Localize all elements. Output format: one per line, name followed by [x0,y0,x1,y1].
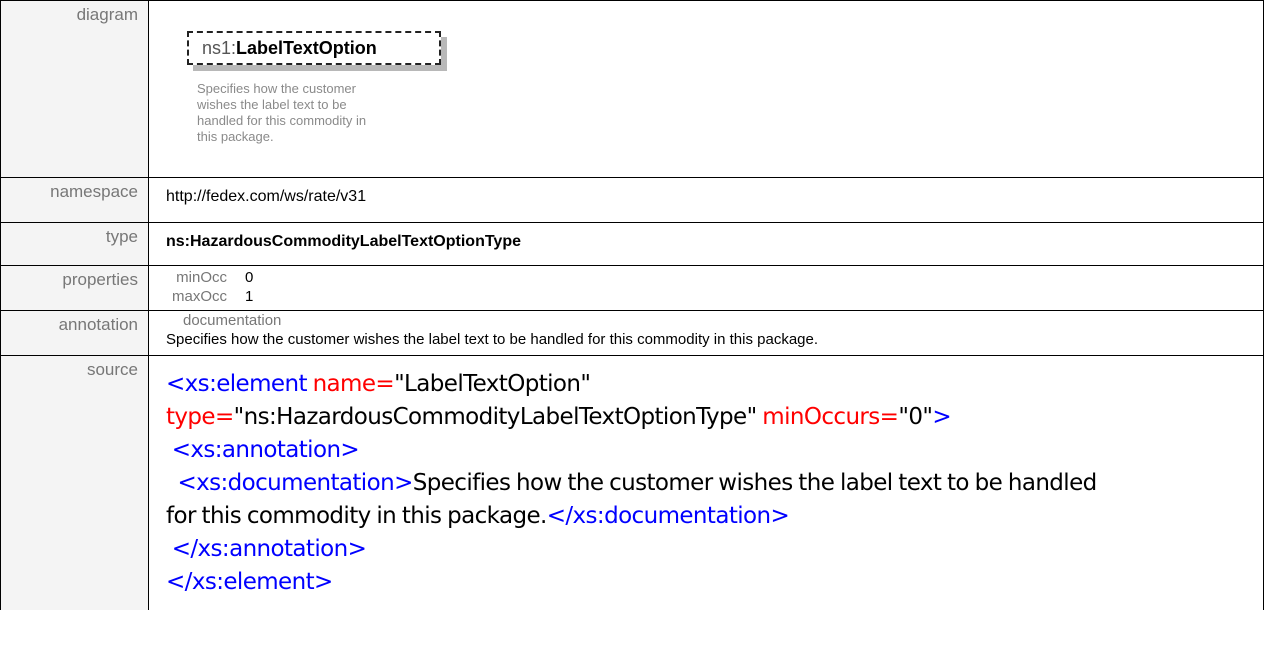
source-code: <xs:element name="LabelTextOption" type=… [149,356,1263,599]
source-line-6: </xs:annotation> [171,536,367,562]
annotation-key: documentation [183,312,282,329]
diagram-row: diagram ns1:LabelTextOption Specifies ho… [0,0,1264,178]
annotation-label: annotation [0,310,149,356]
properties-row: properties minOcc 0 maxOcc 1 [0,265,1264,311]
source-line-3: <xs:annotation> [171,437,360,463]
element-diagram: ns1:LabelTextOption Specifies how the cu… [149,1,1263,177]
diagram-ns-prefix: ns1: [202,38,237,58]
source-line-5: for this commodity in this package.</xs:… [166,503,790,529]
namespace-label: namespace [0,177,149,223]
type-label: type [0,222,149,266]
max-occurs-key: maxOcc [171,288,227,305]
source-row: source <xs:element name="LabelTextOption… [0,355,1264,610]
namespace-row: namespace http://fedex.com/ws/rate/v31 [0,177,1264,223]
annotation-value: Specifies how the customer wishes the la… [166,331,819,348]
source-line-4: <xs:documentation>Specifies how the cust… [177,470,1097,496]
min-occurs-value: 0 [245,269,254,286]
element-doc-table: diagram ns1:LabelTextOption Specifies ho… [0,0,1264,610]
source-line-2: type="ns:HazardousCommodityLabelTextOpti… [166,404,952,430]
source-line-1: <xs:element name="LabelTextOption" [166,371,591,397]
source-label: source [0,355,149,610]
annotation-row: annotation documentation Specifies how t… [0,310,1264,356]
diagram-cell: ns1:LabelTextOption Specifies how the cu… [148,0,1264,178]
namespace-value: http://fedex.com/ws/rate/v31 [166,188,367,205]
type-row: type ns:HazardousCommodityLabelTextOptio… [0,222,1264,266]
diagram-element-box[interactable]: ns1:LabelTextOption [187,31,441,65]
diagram-documentation: Specifies how the customer wishes the la… [197,81,367,144]
source-line-7: </xs:element> [166,569,333,595]
diagram-local-name: LabelTextOption [236,38,377,58]
max-occurs-value: 1 [245,288,254,305]
diagram-element-name: ns1:LabelTextOption [202,38,377,59]
properties-grid: minOcc 0 maxOcc 1 [149,266,1263,306]
type-value[interactable]: ns:HazardousCommodityLabelTextOptionType [149,223,1263,251]
properties-label: properties [0,265,149,311]
diagram-label: diagram [0,0,149,178]
min-occurs-key: minOcc [176,269,227,286]
